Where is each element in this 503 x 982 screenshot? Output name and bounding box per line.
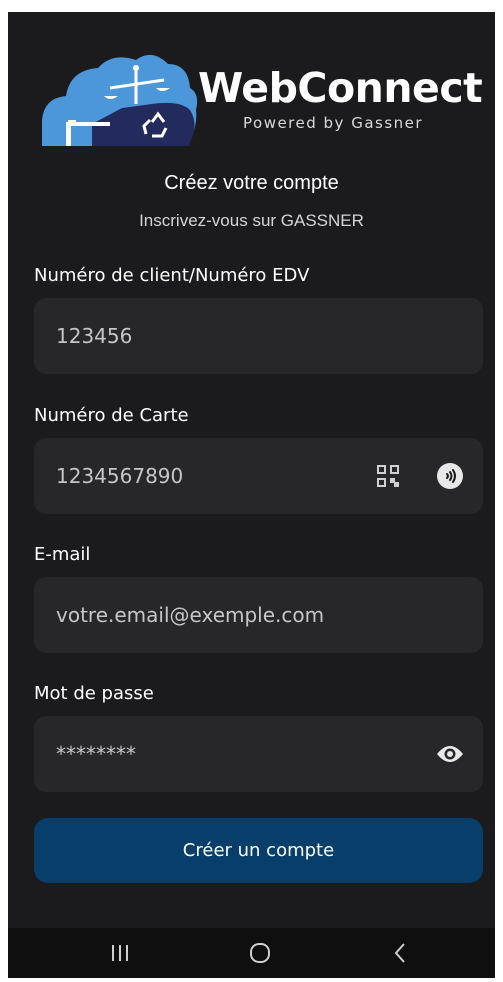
email-field-container xyxy=(34,577,483,653)
client-number-field-container xyxy=(34,298,483,374)
page-subtitle: Inscrivez-vous sur GASSNER xyxy=(139,211,364,230)
create-account-button[interactable]: Créer un compte xyxy=(34,818,483,883)
client-number-input[interactable] xyxy=(56,298,356,374)
card-number-label: Numéro de Carte xyxy=(34,405,189,426)
recent-apps-icon[interactable] xyxy=(100,938,140,968)
nfc-icon[interactable] xyxy=(436,462,464,490)
page-title: Créez votre compte xyxy=(164,172,339,194)
eye-icon[interactable] xyxy=(436,740,464,768)
email-label: E-mail xyxy=(34,544,91,565)
card-number-field-container xyxy=(34,438,483,514)
password-input[interactable] xyxy=(56,716,356,792)
app-screen: WebConnect Powered by Gassner Créez votr… xyxy=(8,12,495,978)
password-label: Mot de passe xyxy=(34,683,154,704)
webconnect-logo-icon xyxy=(42,54,198,146)
qr-code-icon[interactable] xyxy=(374,462,402,490)
system-navbar xyxy=(8,928,495,978)
card-number-input[interactable] xyxy=(56,438,356,514)
client-number-label: Numéro de client/Numéro EDV xyxy=(34,265,310,286)
password-field-container xyxy=(34,716,483,792)
home-icon[interactable] xyxy=(240,938,280,968)
email-input[interactable] xyxy=(56,577,456,653)
back-icon[interactable] xyxy=(380,938,420,968)
brand-title: WebConnect xyxy=(198,64,483,112)
brand-subtitle: Powered by Gassner xyxy=(243,114,424,132)
